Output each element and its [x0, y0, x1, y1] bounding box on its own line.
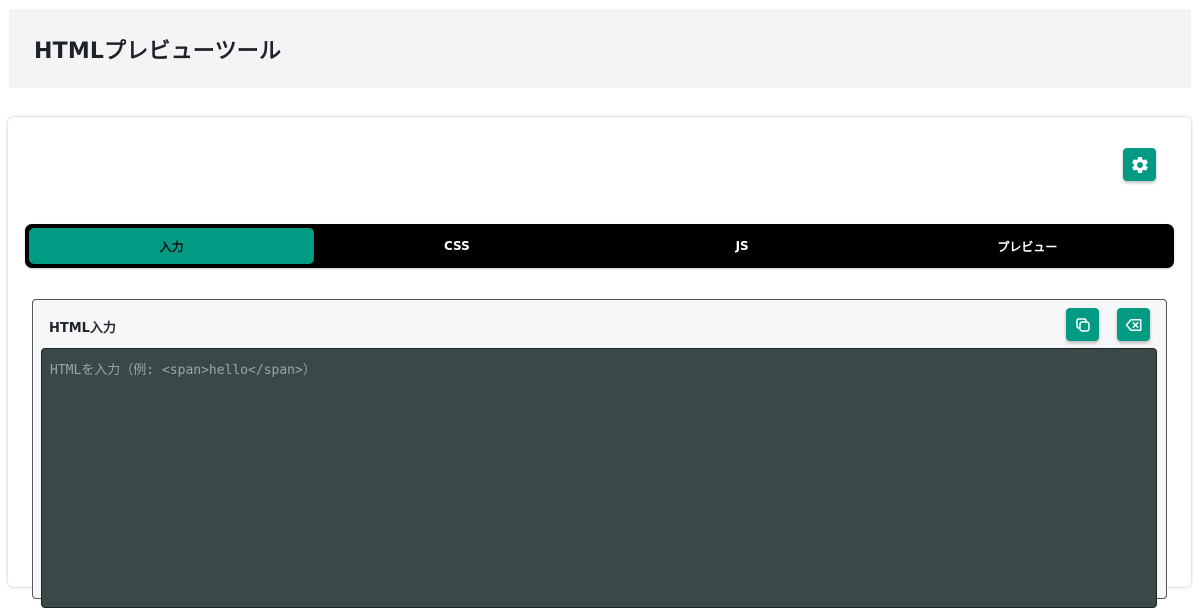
- tab-preview[interactable]: プレビュー: [885, 228, 1170, 264]
- panel-title: HTML入力: [49, 321, 116, 336]
- html-editor[interactable]: [41, 348, 1157, 608]
- page-title: HTMLプレビューツール: [34, 38, 282, 64]
- tab-input[interactable]: 入力: [29, 228, 315, 264]
- main-card: 入力 CSS JS プレビュー HTML入力: [8, 117, 1191, 608]
- app-header: HTMLプレビューツール: [9, 9, 1191, 88]
- backspace-icon: [1125, 318, 1141, 331]
- copy-button[interactable]: [1066, 308, 1099, 341]
- settings-button[interactable]: [1123, 148, 1156, 181]
- tab-js[interactable]: JS: [600, 228, 885, 264]
- gear-icon: [1131, 156, 1148, 173]
- tab-bar: 入力 CSS JS プレビュー: [25, 224, 1174, 268]
- html-input-panel: HTML入力: [32, 299, 1167, 608]
- copy-icon: [1075, 317, 1090, 332]
- clear-button[interactable]: [1117, 308, 1150, 341]
- tab-css[interactable]: CSS: [314, 228, 599, 264]
